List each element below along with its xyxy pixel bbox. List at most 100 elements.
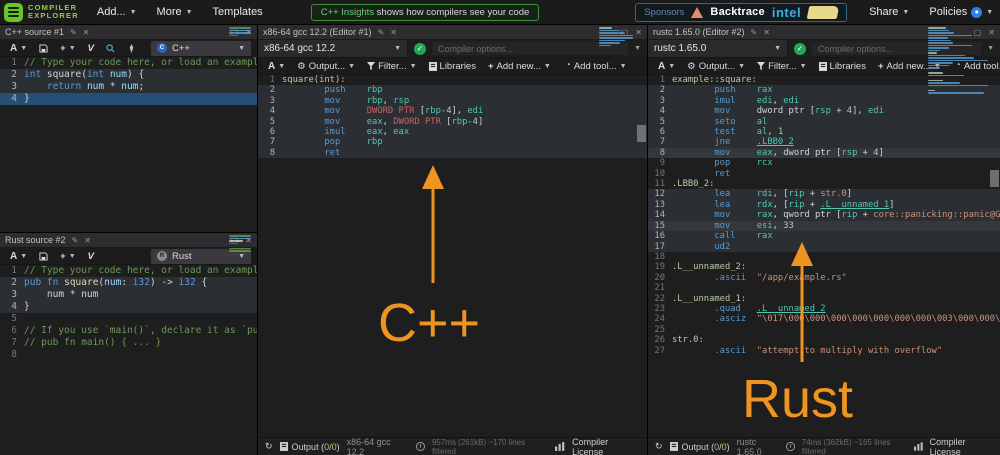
code-line[interactable]: 4} xyxy=(0,93,257,105)
code-line[interactable]: 1// Type your code here, or load an exam… xyxy=(0,265,257,277)
solidsands-logo[interactable] xyxy=(807,6,840,19)
font-size-button[interactable]: A▼ xyxy=(264,59,289,74)
code-line[interactable]: 4 mov dword ptr [rsp + 4], edi xyxy=(648,106,1000,116)
code-line[interactable]: 14 mov rax, qword ptr [rip + core::panic… xyxy=(648,210,1000,220)
rename-icon[interactable]: ✎ xyxy=(751,28,758,37)
code-line[interactable]: 12 lea rdi, [rip + str.0] xyxy=(648,189,1000,199)
code-line[interactable]: 22.L__unnamed_1: xyxy=(648,294,1000,304)
rename-icon[interactable]: ✎ xyxy=(72,236,79,245)
close-icon[interactable]: ✕ xyxy=(763,28,770,37)
code-line[interactable]: 27 .ascii "attempt to multiply with over… xyxy=(648,346,1000,356)
code-line[interactable]: 8 ret xyxy=(258,148,647,158)
add-pane-dropdown[interactable]: +▼ xyxy=(56,41,80,56)
code-line[interactable]: 4} xyxy=(0,301,257,313)
add-new-dropdown[interactable]: +Add new...▼ xyxy=(484,59,555,74)
filter-dropdown[interactable]: Filter...▼ xyxy=(363,59,420,74)
code-line[interactable]: 1// Type your code here, or load an exam… xyxy=(0,57,257,69)
vim-mode-button[interactable]: V xyxy=(84,41,98,56)
code-line[interactable]: 20 .ascii "/app/example.rs" xyxy=(648,273,1000,283)
info-icon[interactable]: i xyxy=(416,442,425,451)
code-line[interactable]: 7 pop rbp xyxy=(258,137,647,147)
code-line[interactable]: 6 imul eax, eax xyxy=(258,127,647,137)
close-icon[interactable]: ✕ xyxy=(83,28,90,37)
menu-policies[interactable]: Policies ● ▼ xyxy=(919,6,1000,18)
code-line[interactable]: 23 .quad .L__unnamed_2 xyxy=(648,304,1000,314)
close-icon[interactable]: ✕ xyxy=(390,28,397,37)
sponsors-box[interactable]: Sponsors Backtrace intel xyxy=(635,3,847,22)
close-icon[interactable]: ✕ xyxy=(988,28,995,37)
gcc-titlebar[interactable]: x86-64 gcc 12.2 (Editor #1) ✎✕ ▢✕ xyxy=(258,25,647,40)
code-line[interactable]: 19.L__unnamed_2: xyxy=(648,262,1000,272)
code-line[interactable]: 8 mov eax, dword ptr [rsp + 4] xyxy=(648,148,1000,158)
menu-add[interactable]: Add...▼ xyxy=(87,6,147,18)
chevron-down-icon[interactable]: ▼ xyxy=(628,45,647,52)
code-line[interactable]: 9 pop rcx xyxy=(648,158,1000,168)
add-pane-dropdown[interactable]: +▼ xyxy=(56,249,80,264)
libraries-button[interactable]: Libraries xyxy=(815,59,870,74)
code-line[interactable]: 7// pub fn main() { ... } xyxy=(0,337,257,349)
code-line[interactable]: 11.LBB0_2: xyxy=(648,179,1000,189)
code-line[interactable]: 24 .asciz "\017\000\000\000\000\000\000\… xyxy=(648,314,1000,324)
code-line[interactable]: 3 mov rbp, rsp xyxy=(258,96,647,106)
save-button[interactable] xyxy=(35,249,52,264)
minimap[interactable] xyxy=(229,27,251,36)
close-icon[interactable]: ✕ xyxy=(635,28,642,37)
menu-more[interactable]: More▼ xyxy=(147,6,203,18)
font-size-button[interactable]: A▼ xyxy=(654,59,679,74)
code-line[interactable]: 17 ud2 xyxy=(648,242,1000,252)
refresh-icon[interactable]: ↻ xyxy=(265,441,273,452)
code-line[interactable]: 5 mov eax, DWORD PTR [rbp-4] xyxy=(258,117,647,127)
code-line[interactable]: 1square(int): xyxy=(258,75,647,85)
code-line[interactable]: 6// If you use `main()`, declare it as `… xyxy=(0,325,257,337)
compiler-explorer-logo[interactable]: COMPILEREXPLORER xyxy=(0,3,87,22)
rustc-assembly-output[interactable]: 1example::square:2 push rax3 imul edi, e… xyxy=(648,75,1000,437)
scrollbar-thumb[interactable] xyxy=(637,125,646,142)
banner-link[interactable]: C++ Insights xyxy=(321,7,374,18)
code-line[interactable]: 4 mov DWORD PTR [rbp-4], edi xyxy=(258,106,647,116)
chart-icon[interactable] xyxy=(555,442,565,451)
rust-source-titlebar[interactable]: Rust source #2 ✎✕ ▢✕ xyxy=(0,233,257,248)
code-line[interactable]: 5 xyxy=(0,313,257,325)
close-icon[interactable]: ✕ xyxy=(84,236,91,245)
code-line[interactable]: 2 push rbp xyxy=(258,85,647,95)
menu-share[interactable]: Share▼ xyxy=(859,6,919,18)
minimap[interactable] xyxy=(599,27,633,46)
filter-dropdown[interactable]: Filter...▼ xyxy=(753,59,810,74)
font-size-button[interactable]: A▼ xyxy=(6,249,31,264)
code-line[interactable]: 16 call rax xyxy=(648,231,1000,241)
chart-icon[interactable] xyxy=(914,442,923,451)
code-line[interactable]: 18 xyxy=(648,252,1000,262)
minimap[interactable] xyxy=(928,27,988,94)
cpp-source-editor[interactable]: 1// Type your code here, or load an exam… xyxy=(0,57,257,232)
code-line[interactable]: 26str.0: xyxy=(648,335,1000,345)
code-line[interactable]: 6 test al, 1 xyxy=(648,127,1000,137)
libraries-button[interactable]: Libraries xyxy=(425,59,480,74)
output-dropdown[interactable]: ⚙Output...▼ xyxy=(683,59,749,74)
menu-templates[interactable]: Templates xyxy=(203,6,273,18)
info-icon[interactable]: i xyxy=(786,442,794,451)
save-button[interactable] xyxy=(35,41,52,56)
cpp-source-titlebar[interactable]: C++ source #1 ✎✕ ▢✕ xyxy=(0,25,257,40)
output-toggle[interactable]: Output (0/0) xyxy=(670,439,730,454)
code-line[interactable]: 7 jne .LBB0_2 xyxy=(648,137,1000,147)
minimap[interactable] xyxy=(229,235,251,254)
announcement-banner[interactable]: C++ Insights shows how compilers see you… xyxy=(311,4,540,21)
code-line[interactable]: 25 xyxy=(648,325,1000,335)
rust-source-editor[interactable]: 1// Type your code here, or load an exam… xyxy=(0,265,257,455)
vim-mode-button[interactable]: V xyxy=(84,249,98,264)
code-line[interactable]: 13 lea rdx, [rip + .L__unnamed_1] xyxy=(648,200,1000,210)
backtrace-logo-text[interactable]: Backtrace xyxy=(710,6,764,18)
code-line[interactable]: 2pub fn square(num: i32) -> i32 { xyxy=(0,277,257,289)
gcc-assembly-output[interactable]: 1square(int):2 push rbp3 mov rbp, rsp4 m… xyxy=(258,75,647,437)
code-line[interactable]: 3 num * num xyxy=(0,289,257,301)
code-line[interactable]: 3 imul edi, edi xyxy=(648,96,1000,106)
compiler-license-link[interactable]: Compiler License xyxy=(572,437,640,455)
font-size-button[interactable]: A▼ xyxy=(6,41,31,56)
refresh-icon[interactable]: ↻ xyxy=(655,441,663,452)
intel-logo[interactable]: intel xyxy=(772,5,801,20)
code-line[interactable]: 8 xyxy=(0,349,257,361)
output-toggle[interactable]: Output (0/0) xyxy=(280,439,340,454)
compiler-license-link[interactable]: Compiler License xyxy=(930,437,993,455)
code-line[interactable]: 3 return num * num; xyxy=(0,81,257,93)
scrollbar-thumb[interactable] xyxy=(990,170,999,187)
